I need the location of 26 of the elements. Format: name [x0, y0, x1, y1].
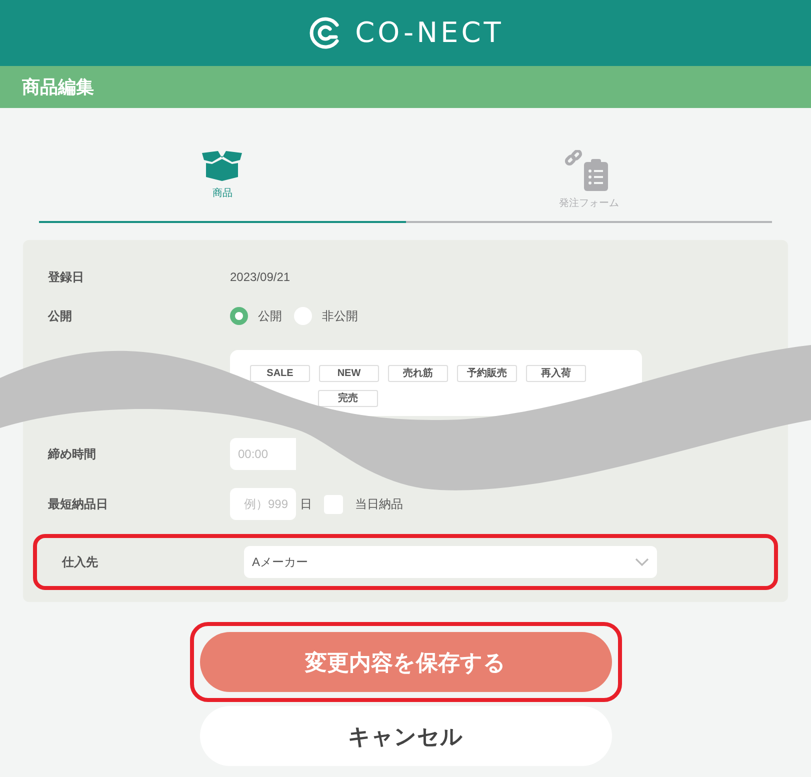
tag-chip[interactable]: 完売 — [318, 390, 378, 407]
tag-chip[interactable]: NEW — [319, 365, 379, 382]
chevron-down-icon — [635, 558, 649, 566]
days-field[interactable]: 例）999 — [230, 488, 296, 520]
tag-chip[interactable]: 予約販売 — [457, 365, 517, 382]
time-field[interactable]: 00:00 — [230, 438, 296, 470]
page-title: 商品編集 — [22, 76, 94, 98]
field-label: 最短納品日 — [48, 496, 109, 513]
unit-label: 日 — [300, 496, 312, 513]
radio-label: 非公開 — [322, 308, 358, 325]
field-label: 仕入先 — [62, 554, 99, 571]
logo-text: CO-NECT — [355, 15, 504, 51]
box-icon — [200, 150, 244, 182]
registered-date: 2023/09/21 — [230, 269, 290, 286]
field-label: 締め時間 — [48, 446, 97, 463]
tag-chip[interactable]: 再入荷 — [526, 365, 586, 382]
radio-label: 公開 — [258, 308, 282, 325]
tag-chip[interactable]: SALE — [250, 365, 310, 382]
checkbox-label: 当日納品 — [355, 496, 403, 513]
tag-chip[interactable]: 売れ筋 — [388, 365, 448, 382]
field-label: 登録日 — [48, 269, 85, 286]
tab[interactable]: 商品 — [39, 150, 406, 223]
radio-button[interactable] — [230, 307, 248, 325]
cancel-button[interactable]: キャンセル — [200, 706, 612, 766]
supplier-select[interactable]: Aメーカー — [244, 546, 657, 578]
field-label: 公開 — [48, 308, 73, 325]
